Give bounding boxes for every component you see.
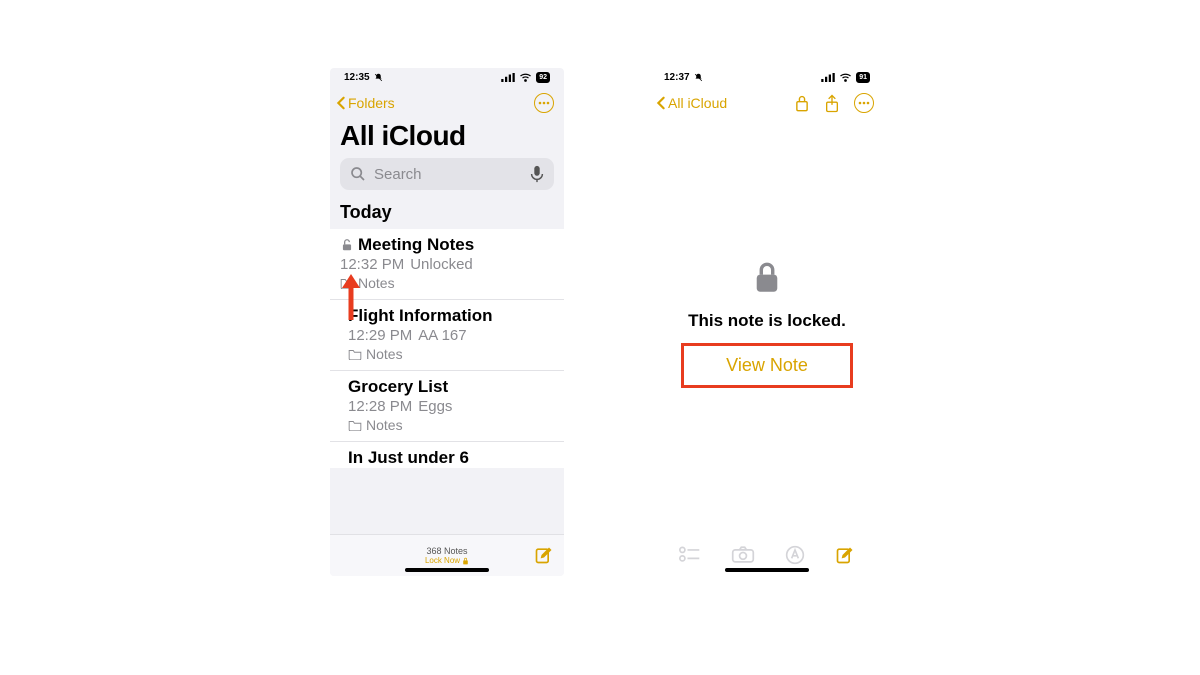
lock-icon	[753, 262, 781, 299]
chevron-left-icon	[656, 96, 666, 110]
status-bar: 12:37 91	[650, 68, 884, 86]
phone-notes-list: 12:35 92 Folders All iCloud Search Today	[330, 68, 564, 576]
share-icon	[824, 94, 840, 113]
annotation-highlight: View Note	[681, 343, 853, 388]
back-label: All iCloud	[668, 95, 727, 111]
view-note-button[interactable]: View Note	[702, 349, 832, 382]
ellipsis-icon	[538, 101, 550, 105]
note-folder: Notes	[366, 346, 403, 362]
status-bar: 12:35 92	[330, 68, 564, 86]
status-time: 12:37	[664, 72, 690, 83]
note-row[interactable]: Grocery List 12:28 PM Eggs Notes	[330, 371, 564, 442]
lock-icon	[462, 557, 469, 565]
note-time: 12:29 PM	[348, 327, 412, 344]
camera-button	[731, 546, 755, 564]
compose-icon	[534, 545, 554, 565]
wifi-icon	[839, 73, 852, 82]
home-indicator[interactable]	[405, 568, 489, 572]
folder-icon	[348, 419, 362, 431]
do-not-disturb-icon	[374, 73, 383, 82]
cellular-icon	[501, 73, 515, 82]
lock-button[interactable]	[794, 94, 810, 112]
home-indicator[interactable]	[725, 568, 809, 572]
note-row-cutoff[interactable]: In Just under 6	[330, 442, 564, 468]
status-time: 12:35	[344, 72, 370, 83]
battery-level: 92	[536, 72, 550, 83]
do-not-disturb-icon	[694, 73, 703, 82]
note-preview: Eggs	[418, 398, 452, 415]
compose-button[interactable]	[534, 545, 554, 567]
page-title: All iCloud	[330, 116, 564, 158]
folder-icon	[340, 277, 354, 289]
compose-button[interactable]	[835, 545, 855, 565]
note-title: Flight Information	[348, 306, 492, 326]
note-folder: Notes	[366, 417, 403, 433]
cellular-icon	[821, 73, 835, 82]
more-button[interactable]	[534, 93, 554, 113]
markup-button	[785, 545, 805, 565]
checklist-button	[679, 546, 701, 564]
note-row[interactable]: Flight Information 12:29 PM AA 167 Notes	[330, 300, 564, 371]
note-title: Grocery List	[348, 377, 448, 397]
dictation-icon[interactable]	[530, 165, 544, 183]
unlocked-icon	[340, 238, 354, 252]
checklist-icon	[679, 546, 701, 564]
locked-note-placeholder: This note is locked. View Note	[650, 116, 884, 534]
note-time: 12:28 PM	[348, 398, 412, 415]
locked-message: This note is locked.	[688, 311, 846, 331]
back-label: Folders	[348, 95, 395, 111]
ellipsis-icon	[858, 101, 870, 105]
share-button[interactable]	[824, 94, 840, 113]
camera-icon	[731, 546, 755, 564]
search-placeholder: Search	[374, 166, 522, 183]
search-icon	[350, 166, 366, 182]
notes-list: Meeting Notes 12:32 PM Unlocked Notes Fli…	[330, 229, 564, 468]
chevron-left-icon	[336, 96, 346, 110]
compose-icon	[835, 545, 855, 565]
note-title: Meeting Notes	[358, 235, 474, 255]
back-button[interactable]: All iCloud	[656, 95, 727, 111]
nav-bar: All iCloud	[650, 86, 884, 116]
note-folder: Notes	[358, 275, 395, 291]
markup-icon	[785, 545, 805, 565]
phone-note-locked: 12:37 91 All iCloud T	[650, 68, 884, 576]
nav-bar: Folders	[330, 86, 564, 116]
note-row[interactable]: Meeting Notes 12:32 PM Unlocked Notes	[330, 229, 564, 300]
more-button[interactable]	[854, 93, 874, 113]
note-time: 12:32 PM	[340, 256, 404, 273]
back-button[interactable]: Folders	[336, 95, 395, 111]
notes-count: 368 Notes	[425, 546, 469, 556]
section-header: Today	[330, 198, 564, 229]
lock-icon	[794, 94, 810, 112]
battery-level: 91	[856, 72, 870, 83]
folder-icon	[348, 348, 362, 360]
lock-now-button[interactable]: Lock Now	[425, 556, 469, 566]
note-preview: Unlocked	[410, 256, 473, 273]
search-input[interactable]: Search	[340, 158, 554, 190]
wifi-icon	[519, 73, 532, 82]
note-preview: AA 167	[418, 327, 466, 344]
